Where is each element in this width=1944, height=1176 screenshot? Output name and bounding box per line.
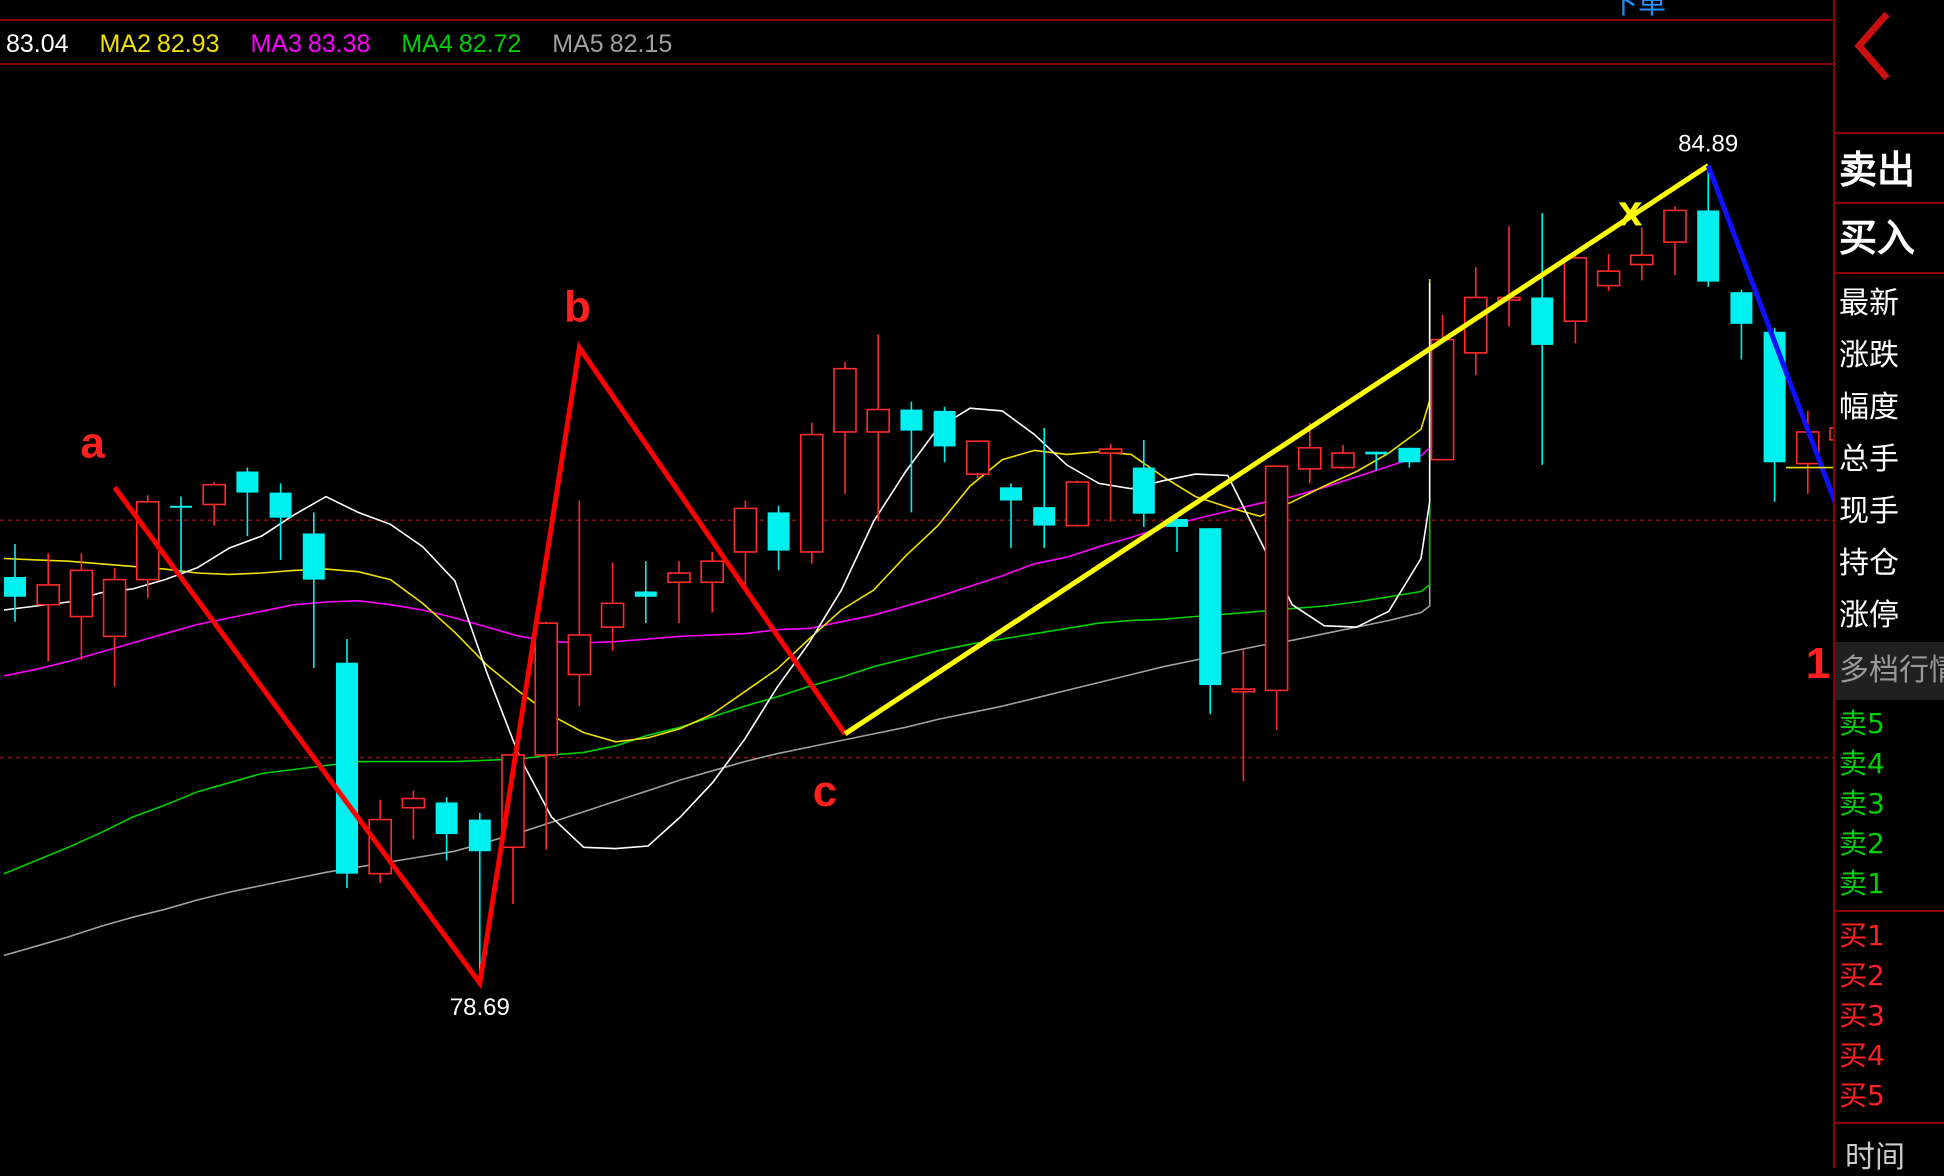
candle-body <box>435 802 458 835</box>
candle-body <box>866 408 891 433</box>
candle-body <box>1730 292 1753 324</box>
candle-body <box>900 409 923 431</box>
divider <box>1835 910 1944 912</box>
candle-body <box>336 662 358 874</box>
field-current-volume: 现手 <box>1839 494 1899 529</box>
candle-body <box>236 471 259 493</box>
sell-level-5: 卖5 <box>1839 707 1885 740</box>
field-limit-up: 涨停 <box>1839 598 1899 633</box>
wave-label-c: c <box>813 767 837 816</box>
candle-body <box>1697 210 1720 282</box>
candle-body <box>468 819 491 852</box>
wave-down-blue <box>1705 164 1833 504</box>
candle-body <box>799 433 824 553</box>
candle-body <box>269 492 292 518</box>
low-price-label: 78.69 <box>450 994 510 1021</box>
candle-body <box>202 483 226 506</box>
high-price-label: 84.89 <box>1678 131 1738 158</box>
candle-body <box>1563 257 1588 322</box>
candle-body <box>1098 448 1123 454</box>
candlestick-chart[interactable]: 84.89 78.69 a b c x 1 <box>0 0 1833 1168</box>
sell-button[interactable]: 卖出 <box>1839 146 1944 194</box>
wave-label-1: 1 <box>1806 639 1830 688</box>
candle-body <box>667 572 691 584</box>
buy-level-1: 买1 <box>1839 919 1885 952</box>
divider <box>1835 132 1944 134</box>
divider <box>1835 272 1944 274</box>
candle-body <box>36 584 61 606</box>
time-label: 时间 <box>1845 1140 1905 1175</box>
candle-body <box>1531 297 1554 345</box>
candle-body <box>69 569 94 618</box>
field-total-volume: 总手 <box>1839 442 1899 477</box>
back-arrow-icon[interactable] <box>1845 6 1905 86</box>
candle-body <box>767 512 790 551</box>
candle-body <box>534 622 559 756</box>
candle-body <box>1000 487 1022 501</box>
field-amplitude: 幅度 <box>1839 390 1899 425</box>
sell-level-4: 卖4 <box>1839 747 1885 780</box>
quote-side-panel: 卖出 买入 最新 涨跌 幅度 总手 现手 持仓 涨停 多档行情 卖5 卖4 卖3… <box>1833 0 1944 1175</box>
sell-level-3: 卖3 <box>1839 787 1885 820</box>
candle-body <box>733 507 758 553</box>
candle-body <box>1763 331 1786 463</box>
divider <box>1835 202 1944 204</box>
kline-chart-area[interactable]: 84.89 78.69 a b c x 1 83.04 MA2 82.93 MA3 83.38 … <box>0 0 1833 1168</box>
wave-label-b: b <box>564 283 591 332</box>
candle-body <box>1298 446 1322 470</box>
candle-body <box>4 576 26 597</box>
candle-body <box>1132 467 1155 514</box>
candle-body <box>567 634 592 676</box>
buy-level-2: 买2 <box>1839 959 1885 992</box>
wave-label-x: x <box>1618 187 1643 236</box>
ma-legend: 83.04 MA2 82.93 MA3 83.38 MA4 82.72 MA5 82.1… <box>0 28 696 60</box>
candle-body <box>933 410 956 447</box>
field-open-interest: 持仓 <box>1839 546 1899 581</box>
ma1-legend: 83.04 <box>6 30 69 58</box>
candle-body <box>1430 338 1455 461</box>
ma2-legend: MA2 82.93 <box>99 30 220 58</box>
buy-level-4: 买4 <box>1839 1039 1885 1072</box>
sell-level-1: 卖1 <box>1839 867 1885 900</box>
candle-body <box>1596 270 1621 287</box>
candle-body <box>833 367 857 433</box>
candle-body <box>401 797 426 809</box>
multi-level-quote-tab[interactable]: 多档行情 <box>1835 642 1944 700</box>
ma3-legend: MA3 83.38 <box>250 30 371 58</box>
buy-level-3: 买3 <box>1839 999 1885 1032</box>
candle-body <box>1663 209 1687 243</box>
candle-body <box>102 578 127 638</box>
field-latest: 最新 <box>1839 286 1899 321</box>
candle-body <box>1065 481 1090 527</box>
sell-level-2: 卖2 <box>1839 827 1885 860</box>
candle-body <box>302 533 325 580</box>
candle-body <box>1630 254 1654 266</box>
candle-body <box>700 560 725 584</box>
candle-body <box>1264 465 1289 692</box>
divider <box>1835 1122 1944 1124</box>
candle-body <box>965 440 990 475</box>
candle-body <box>170 505 192 508</box>
candle-body <box>1231 688 1256 693</box>
wave-label-a: a <box>80 418 105 467</box>
ma5-legend: MA5 82.15 <box>552 30 673 58</box>
buy-level-5: 买5 <box>1839 1079 1885 1112</box>
candle-body <box>1033 507 1056 526</box>
candle-body <box>1398 447 1421 463</box>
candle-body <box>1365 451 1388 455</box>
candle-body <box>634 591 657 597</box>
candle-body <box>1331 452 1355 469</box>
buy-button[interactable]: 买入 <box>1839 214 1944 262</box>
ma4-legend: MA4 82.72 <box>401 30 522 58</box>
candle-body <box>600 602 625 628</box>
candle-body <box>1199 528 1222 686</box>
field-change: 涨跌 <box>1839 338 1899 373</box>
order-tab-label[interactable]: 下单 <box>1610 0 1666 22</box>
